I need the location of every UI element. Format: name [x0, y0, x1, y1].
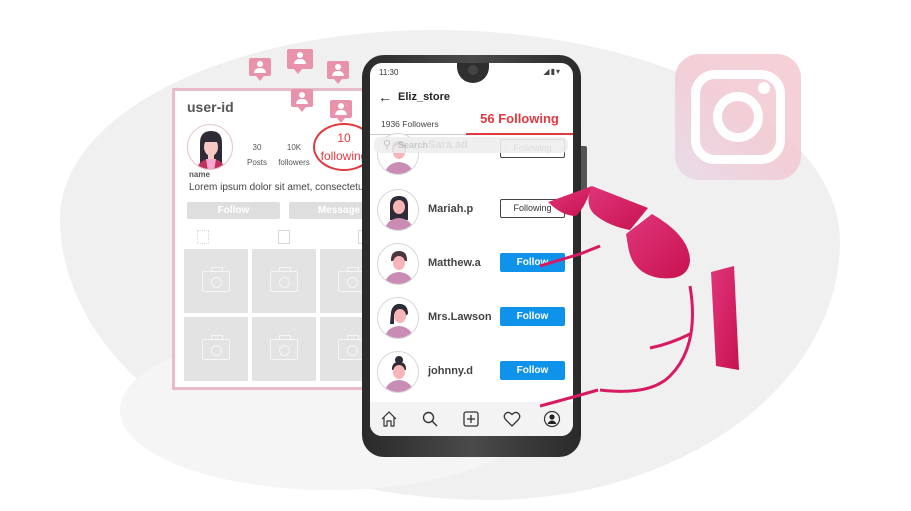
- user-notification-icon: [291, 89, 313, 112]
- username: Mariah.p: [428, 203, 474, 215]
- front-camera-icon: [468, 65, 478, 75]
- user-notification-icon: [330, 100, 352, 123]
- add-post-icon[interactable]: [462, 410, 480, 428]
- search-icon[interactable]: [421, 410, 439, 428]
- camera-icon: [270, 335, 298, 360]
- page-title: Eliz_store: [398, 91, 450, 103]
- profile-bio: Lorem ipsum dolor sit amet, consectetur: [189, 182, 367, 193]
- status-time: 11:30: [379, 68, 399, 77]
- photo-placeholder: [252, 249, 316, 313]
- photo-placeholder: [184, 249, 248, 313]
- status-icons: ◢▮▾: [543, 67, 561, 76]
- username: Mrs.Lawson: [428, 311, 492, 323]
- user-notification-icon: [287, 49, 313, 74]
- back-arrow-icon[interactable]: ←: [378, 89, 392, 105]
- user-notification-icon: [249, 58, 271, 81]
- profile-card: user-id 30 Posts 10K followers 10 follow…: [172, 88, 389, 390]
- camera-icon: [202, 267, 230, 292]
- home-icon[interactable]: [380, 410, 398, 428]
- wrist-shape: [540, 388, 599, 408]
- thumb-segment-shape: [588, 186, 648, 230]
- instagram-logo-icon: [675, 54, 801, 180]
- follow-tabs: 1936 Followers 56 Following: [370, 111, 573, 135]
- profile-icon[interactable]: [543, 410, 561, 428]
- phone-notch: [457, 63, 489, 83]
- header-bar: ← Eliz_store: [370, 85, 573, 111]
- avatar: [377, 189, 419, 231]
- profile-name: name: [189, 170, 210, 179]
- camera-icon: [202, 335, 230, 360]
- avatar: [377, 351, 419, 393]
- profile-follow-button: Follow: [187, 202, 280, 219]
- photo-placeholder: [184, 317, 248, 381]
- camera-icon: [270, 267, 298, 292]
- phone-side-button: [581, 146, 587, 190]
- user-notification-icon: [327, 61, 349, 84]
- stat-posts: 30 Posts: [247, 143, 268, 167]
- finger-line-shape: [649, 332, 691, 350]
- hand-illustration: [540, 186, 739, 408]
- thumb-tip-shape: [548, 186, 592, 216]
- stat-followers: 10K followers: [278, 143, 310, 167]
- tab-followers[interactable]: 1936 Followers: [381, 119, 439, 129]
- avatar: [377, 243, 419, 285]
- avatar: [377, 297, 419, 339]
- search-input[interactable]: [398, 137, 558, 153]
- heart-icon[interactable]: [503, 410, 521, 428]
- username: johnny.d: [428, 365, 474, 377]
- profile-avatar: [187, 124, 233, 170]
- reels-icon: [278, 230, 290, 244]
- finger-outline-shape: [540, 244, 601, 268]
- search-icon: ⚲: [383, 139, 392, 151]
- cuff-shape: [711, 266, 739, 370]
- grid-view-icon: [197, 230, 209, 244]
- username: Matthew.a: [428, 257, 481, 269]
- tab-following[interactable]: 56 Following: [466, 111, 573, 135]
- profile-user-id: user-id: [187, 99, 234, 115]
- search-bar[interactable]: ⚲: [374, 137, 568, 153]
- thumb-base-shape: [626, 214, 690, 279]
- photo-placeholder: [252, 317, 316, 381]
